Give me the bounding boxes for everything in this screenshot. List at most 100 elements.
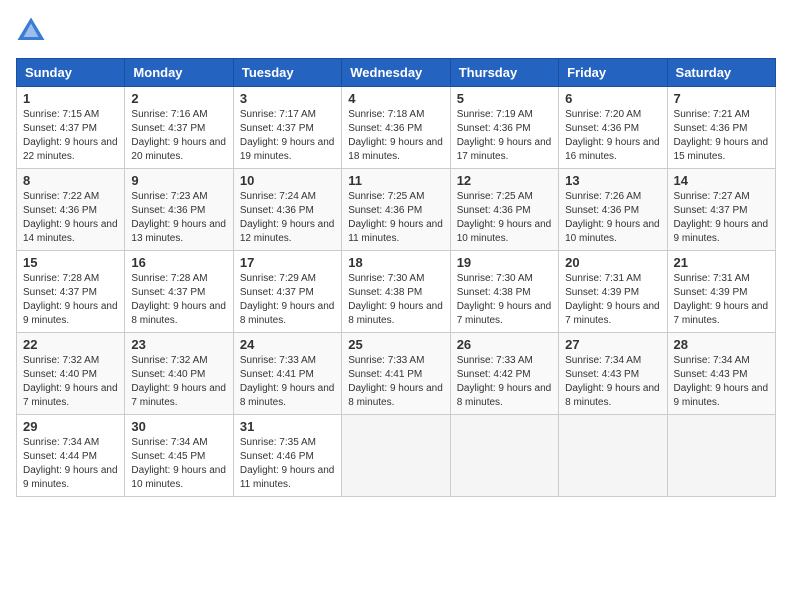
day-info-11: Sunrise: 7:25 AM Sunset: 4:36 PM Dayligh… xyxy=(348,190,443,246)
day-cell-14: 14 Sunrise: 7:27 AM Sunset: 4:37 PM Dayl… xyxy=(667,169,775,251)
day-info-24: Sunrise: 7:33 AM Sunset: 4:41 PM Dayligh… xyxy=(240,354,335,410)
day-info-2: Sunrise: 7:16 AM Sunset: 4:37 PM Dayligh… xyxy=(131,108,226,164)
day-info-8: Sunrise: 7:22 AM Sunset: 4:36 PM Dayligh… xyxy=(23,190,118,246)
day-cell-7: 7 Sunrise: 7:21 AM Sunset: 4:36 PM Dayli… xyxy=(667,87,775,169)
day-info-16: Sunrise: 7:28 AM Sunset: 4:37 PM Dayligh… xyxy=(131,272,226,328)
day-cell-12: 12 Sunrise: 7:25 AM Sunset: 4:36 PM Dayl… xyxy=(450,169,558,251)
day-cell-25: 25 Sunrise: 7:33 AM Sunset: 4:41 PM Dayl… xyxy=(342,333,450,415)
day-info-31: Sunrise: 7:35 AM Sunset: 4:46 PM Dayligh… xyxy=(240,436,335,492)
day-info-1: Sunrise: 7:15 AM Sunset: 4:37 PM Dayligh… xyxy=(23,108,118,164)
day-info-25: Sunrise: 7:33 AM Sunset: 4:41 PM Dayligh… xyxy=(348,354,443,410)
day-number-9: 9 xyxy=(131,173,226,188)
calendar-week-3: 15 Sunrise: 7:28 AM Sunset: 4:37 PM Dayl… xyxy=(17,251,776,333)
day-number-23: 23 xyxy=(131,337,226,352)
day-info-30: Sunrise: 7:34 AM Sunset: 4:45 PM Dayligh… xyxy=(131,436,226,492)
day-number-19: 19 xyxy=(457,255,552,270)
empty-cell xyxy=(559,415,667,497)
day-info-6: Sunrise: 7:20 AM Sunset: 4:36 PM Dayligh… xyxy=(565,108,660,164)
empty-cell xyxy=(450,415,558,497)
day-info-9: Sunrise: 7:23 AM Sunset: 4:36 PM Dayligh… xyxy=(131,190,226,246)
day-cell-24: 24 Sunrise: 7:33 AM Sunset: 4:41 PM Dayl… xyxy=(233,333,341,415)
day-info-19: Sunrise: 7:30 AM Sunset: 4:38 PM Dayligh… xyxy=(457,272,552,328)
day-cell-1: 1 Sunrise: 7:15 AM Sunset: 4:37 PM Dayli… xyxy=(17,87,125,169)
day-number-1: 1 xyxy=(23,91,118,106)
day-number-2: 2 xyxy=(131,91,226,106)
day-cell-18: 18 Sunrise: 7:30 AM Sunset: 4:38 PM Dayl… xyxy=(342,251,450,333)
day-info-15: Sunrise: 7:28 AM Sunset: 4:37 PM Dayligh… xyxy=(23,272,118,328)
day-info-13: Sunrise: 7:26 AM Sunset: 4:36 PM Dayligh… xyxy=(565,190,660,246)
col-friday: Friday xyxy=(559,59,667,87)
day-cell-30: 30 Sunrise: 7:34 AM Sunset: 4:45 PM Dayl… xyxy=(125,415,233,497)
empty-cell xyxy=(667,415,775,497)
day-number-31: 31 xyxy=(240,419,335,434)
day-number-16: 16 xyxy=(131,255,226,270)
day-info-22: Sunrise: 7:32 AM Sunset: 4:40 PM Dayligh… xyxy=(23,354,118,410)
day-number-25: 25 xyxy=(348,337,443,352)
day-cell-16: 16 Sunrise: 7:28 AM Sunset: 4:37 PM Dayl… xyxy=(125,251,233,333)
day-info-10: Sunrise: 7:24 AM Sunset: 4:36 PM Dayligh… xyxy=(240,190,335,246)
day-number-10: 10 xyxy=(240,173,335,188)
day-number-28: 28 xyxy=(674,337,769,352)
day-number-30: 30 xyxy=(131,419,226,434)
calendar-week-2: 8 Sunrise: 7:22 AM Sunset: 4:36 PM Dayli… xyxy=(17,169,776,251)
day-cell-26: 26 Sunrise: 7:33 AM Sunset: 4:42 PM Dayl… xyxy=(450,333,558,415)
day-number-21: 21 xyxy=(674,255,769,270)
day-info-28: Sunrise: 7:34 AM Sunset: 4:43 PM Dayligh… xyxy=(674,354,769,410)
day-number-24: 24 xyxy=(240,337,335,352)
day-cell-11: 11 Sunrise: 7:25 AM Sunset: 4:36 PM Dayl… xyxy=(342,169,450,251)
day-cell-28: 28 Sunrise: 7:34 AM Sunset: 4:43 PM Dayl… xyxy=(667,333,775,415)
day-number-12: 12 xyxy=(457,173,552,188)
day-cell-13: 13 Sunrise: 7:26 AM Sunset: 4:36 PM Dayl… xyxy=(559,169,667,251)
day-info-14: Sunrise: 7:27 AM Sunset: 4:37 PM Dayligh… xyxy=(674,190,769,246)
day-number-15: 15 xyxy=(23,255,118,270)
day-info-3: Sunrise: 7:17 AM Sunset: 4:37 PM Dayligh… xyxy=(240,108,335,164)
day-info-5: Sunrise: 7:19 AM Sunset: 4:36 PM Dayligh… xyxy=(457,108,552,164)
day-cell-29: 29 Sunrise: 7:34 AM Sunset: 4:44 PM Dayl… xyxy=(17,415,125,497)
day-cell-20: 20 Sunrise: 7:31 AM Sunset: 4:39 PM Dayl… xyxy=(559,251,667,333)
day-info-29: Sunrise: 7:34 AM Sunset: 4:44 PM Dayligh… xyxy=(23,436,118,492)
day-number-5: 5 xyxy=(457,91,552,106)
day-cell-5: 5 Sunrise: 7:19 AM Sunset: 4:36 PM Dayli… xyxy=(450,87,558,169)
day-cell-10: 10 Sunrise: 7:24 AM Sunset: 4:36 PM Dayl… xyxy=(233,169,341,251)
day-cell-21: 21 Sunrise: 7:31 AM Sunset: 4:39 PM Dayl… xyxy=(667,251,775,333)
day-number-22: 22 xyxy=(23,337,118,352)
day-cell-22: 22 Sunrise: 7:32 AM Sunset: 4:40 PM Dayl… xyxy=(17,333,125,415)
day-info-17: Sunrise: 7:29 AM Sunset: 4:37 PM Dayligh… xyxy=(240,272,335,328)
day-number-8: 8 xyxy=(23,173,118,188)
day-number-26: 26 xyxy=(457,337,552,352)
day-number-3: 3 xyxy=(240,91,335,106)
day-cell-2: 2 Sunrise: 7:16 AM Sunset: 4:37 PM Dayli… xyxy=(125,87,233,169)
day-cell-8: 8 Sunrise: 7:22 AM Sunset: 4:36 PM Dayli… xyxy=(17,169,125,251)
day-number-13: 13 xyxy=(565,173,660,188)
day-info-12: Sunrise: 7:25 AM Sunset: 4:36 PM Dayligh… xyxy=(457,190,552,246)
day-number-7: 7 xyxy=(674,91,769,106)
day-number-6: 6 xyxy=(565,91,660,106)
day-cell-27: 27 Sunrise: 7:34 AM Sunset: 4:43 PM Dayl… xyxy=(559,333,667,415)
logo-icon xyxy=(16,16,46,46)
day-info-26: Sunrise: 7:33 AM Sunset: 4:42 PM Dayligh… xyxy=(457,354,552,410)
day-info-27: Sunrise: 7:34 AM Sunset: 4:43 PM Dayligh… xyxy=(565,354,660,410)
col-sunday: Sunday xyxy=(17,59,125,87)
day-number-29: 29 xyxy=(23,419,118,434)
day-number-14: 14 xyxy=(674,173,769,188)
col-wednesday: Wednesday xyxy=(342,59,450,87)
day-number-27: 27 xyxy=(565,337,660,352)
day-info-7: Sunrise: 7:21 AM Sunset: 4:36 PM Dayligh… xyxy=(674,108,769,164)
day-number-4: 4 xyxy=(348,91,443,106)
day-info-21: Sunrise: 7:31 AM Sunset: 4:39 PM Dayligh… xyxy=(674,272,769,328)
col-saturday: Saturday xyxy=(667,59,775,87)
day-cell-4: 4 Sunrise: 7:18 AM Sunset: 4:36 PM Dayli… xyxy=(342,87,450,169)
day-cell-31: 31 Sunrise: 7:35 AM Sunset: 4:46 PM Dayl… xyxy=(233,415,341,497)
calendar-week-1: 1 Sunrise: 7:15 AM Sunset: 4:37 PM Dayli… xyxy=(17,87,776,169)
day-info-20: Sunrise: 7:31 AM Sunset: 4:39 PM Dayligh… xyxy=(565,272,660,328)
col-tuesday: Tuesday xyxy=(233,59,341,87)
day-cell-3: 3 Sunrise: 7:17 AM Sunset: 4:37 PM Dayli… xyxy=(233,87,341,169)
day-number-20: 20 xyxy=(565,255,660,270)
day-cell-15: 15 Sunrise: 7:28 AM Sunset: 4:37 PM Dayl… xyxy=(17,251,125,333)
day-cell-19: 19 Sunrise: 7:30 AM Sunset: 4:38 PM Dayl… xyxy=(450,251,558,333)
day-info-18: Sunrise: 7:30 AM Sunset: 4:38 PM Dayligh… xyxy=(348,272,443,328)
col-monday: Monday xyxy=(125,59,233,87)
calendar-week-4: 22 Sunrise: 7:32 AM Sunset: 4:40 PM Dayl… xyxy=(17,333,776,415)
logo xyxy=(16,16,50,46)
calendar-table: Sunday Monday Tuesday Wednesday Thursday… xyxy=(16,58,776,497)
